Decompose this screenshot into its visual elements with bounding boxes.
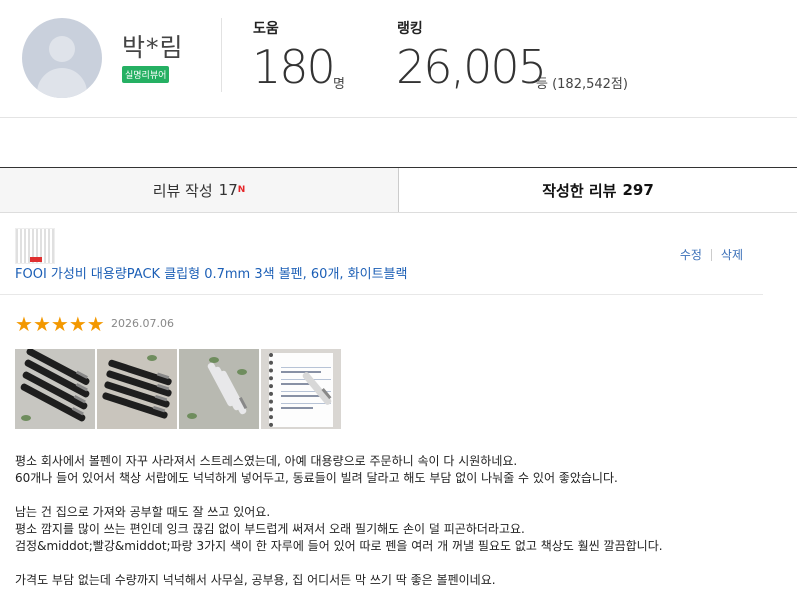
star-rating: ★ ★ ★ ★ ★ [15, 314, 105, 334]
rank-value: 26,005 [396, 40, 547, 94]
tab-written-reviews-count: 297 [622, 181, 654, 199]
star-icon: ★ [15, 312, 33, 336]
delete-button[interactable]: 삭제 [721, 246, 743, 263]
product-title-link[interactable]: FOOI 가성비 대용량PACK 클립형 0.7mm 3색 볼펜, 60개, 화… [15, 263, 407, 282]
rank-label: 랭킹 [397, 21, 423, 37]
tab-write-review-label: 리뷰 작성 [152, 181, 213, 200]
review-tabs: 리뷰 작성 17 N 작성한 리뷰 297 [0, 167, 797, 213]
review-photo-4[interactable] [261, 349, 341, 429]
star-icon: ★ [32, 312, 51, 336]
tab-written-reviews[interactable]: 작성한 리뷰 297 [399, 168, 797, 212]
review-photos [15, 349, 341, 429]
star-icon: ★ [68, 312, 87, 336]
rank-unit: 등 (182,542점) [536, 77, 628, 92]
avatar [22, 18, 102, 98]
help-count: 180 [252, 40, 336, 94]
review-photo-1[interactable] [15, 349, 95, 429]
review-line: 평소 회사에서 볼펜이 자꾸 사라져서 스트레스였는데, 아예 대용량으로 주문… [15, 454, 518, 468]
review-blank-line [15, 555, 755, 572]
new-badge: N [237, 185, 246, 195]
review-line: 가격도 부담 없는데 수량까지 넉넉해서 사무실, 공부용, 집 어디서든 막 … [15, 573, 496, 587]
review-actions: 수정 삭제 [680, 246, 743, 263]
review-blank-line [15, 487, 755, 504]
review-line: 평소 깜지를 많이 쓰는 편인데 잉크 끊김 없이 부드럽게 써져서 오래 필기… [15, 522, 525, 536]
avatar-head-shape [49, 36, 75, 62]
reviewer-nickname: 박*림 [122, 33, 184, 62]
review-date: 2026.07.06 [111, 317, 174, 330]
review-photo-2[interactable] [97, 349, 177, 429]
tab-write-review-count: 17 [218, 181, 238, 199]
avatar-body-shape [37, 68, 87, 98]
review-body: 평소 회사에서 볼펜이 자꾸 사라져서 스트레스였는데, 아예 대용량으로 주문… [15, 453, 755, 589]
tab-write-review[interactable]: 리뷰 작성 17 N [0, 168, 399, 212]
actions-divider [710, 248, 712, 261]
star-icon: ★ [50, 312, 69, 336]
help-unit: 명 [333, 77, 345, 92]
review-product: FOOI 가성비 대용량PACK 클립형 0.7mm 3색 볼펜, 60개, 화… [0, 214, 763, 295]
profile-divider [221, 18, 222, 92]
review-line: 남는 건 집으로 가져와 공부할 때도 잘 쓰고 있어요. [15, 505, 271, 519]
review-line: 60개나 들어 있어서 책상 서랍에도 넉넉하게 넣어두고, 동료들이 빌려 달… [15, 471, 618, 485]
review-line: 검정&middot;빨강&middot;파랑 3가지 색이 한 자루에 들어 있… [15, 539, 663, 553]
product-thumbnail[interactable] [15, 228, 55, 264]
review-photo-3[interactable] [179, 349, 259, 429]
product-thumbnail-label [30, 257, 42, 262]
edit-button[interactable]: 수정 [680, 246, 702, 263]
reviewer-profile: 박*림 실명리뷰어 도움 180 명 랭킹 26,005 등 (182,542점… [0, 0, 797, 118]
real-name-reviewer-badge: 실명리뷰어 [122, 66, 170, 83]
tab-written-reviews-label: 작성한 리뷰 [542, 181, 617, 200]
star-icon: ★ [86, 312, 105, 336]
help-label: 도움 [253, 21, 279, 37]
